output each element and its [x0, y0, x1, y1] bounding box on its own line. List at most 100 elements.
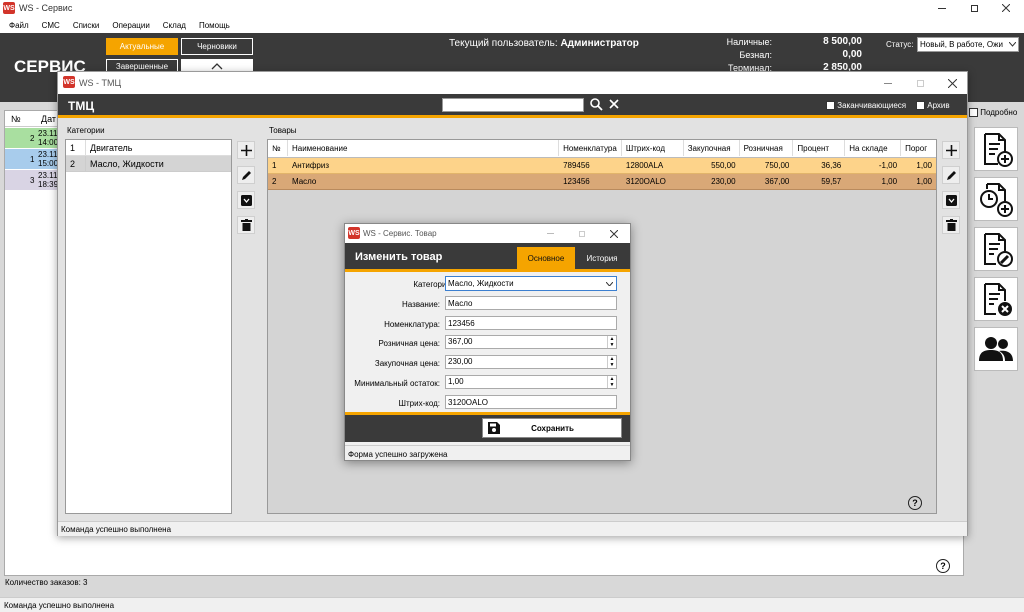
detailed-label: Подробно [980, 108, 1018, 117]
order-num: 1 [30, 155, 35, 164]
delete-order-button[interactable] [974, 277, 1018, 321]
orders-count: Количество заказов: 3 [5, 578, 88, 587]
tmc-minimize-button[interactable] [878, 75, 898, 91]
save-button[interactable]: Сохранить [482, 418, 622, 438]
nomenclature-label: Номенклатура: [384, 320, 440, 329]
menu-warehouse[interactable]: Склад [163, 21, 186, 30]
min-stock-spinbox[interactable]: 1,00 ▲ ▼ [445, 375, 617, 389]
tmc-header-title: ТМЦ [68, 99, 95, 113]
order-date: 23.11 18:39 [38, 171, 59, 189]
name-input[interactable] [445, 296, 617, 310]
detailed-checkbox[interactable] [969, 108, 978, 118]
clear-icon[interactable] [609, 99, 619, 109]
archive-checkbox[interactable] [916, 101, 925, 111]
add-product-button[interactable] [942, 141, 960, 159]
spin-arrows[interactable]: ▲ ▼ [607, 356, 616, 368]
category-row[interactable]: 1 Двигатель [66, 140, 231, 156]
category-select[interactable]: Масло, Жидкости [445, 276, 617, 291]
category-num: 1 [66, 140, 86, 156]
save-icon [488, 422, 500, 434]
tmc-search-input[interactable] [442, 98, 584, 112]
noncash-value: 0,00 [842, 49, 862, 60]
col-header[interactable]: Закупочная [684, 140, 740, 156]
product-purchase: 230,00 [711, 177, 736, 186]
product-num: 2 [272, 177, 277, 186]
product-row[interactable]: 1 Антифриз 789456 12800ALA 550,00 750,00… [268, 158, 936, 174]
menu-lists[interactable]: Списки [73, 21, 100, 30]
tmc-maximize-button[interactable] [910, 75, 930, 91]
maximize-button[interactable] [962, 0, 986, 16]
minimize-button[interactable] [930, 0, 954, 16]
add-category-button[interactable] [237, 141, 255, 159]
search-icon[interactable] [590, 98, 603, 111]
menu-help[interactable]: Помощь [199, 21, 230, 30]
main-status-text: Команда успешно выполнена [4, 601, 115, 610]
close-icon [1002, 4, 1010, 12]
tab-actual[interactable]: Актуальные [106, 38, 178, 55]
menu-bar: Файл СМС Списки Операции Склад Помощь [0, 17, 1024, 33]
delete-category-button[interactable] [237, 216, 255, 234]
status-select[interactable]: Новый, В работе, Ожи [917, 37, 1019, 52]
orders-help-button[interactable]: ? [936, 559, 950, 573]
col-header[interactable]: На складе [845, 140, 902, 156]
scheduled-order-button[interactable] [974, 177, 1018, 221]
tab-history[interactable]: История [577, 247, 627, 269]
edit-order-button[interactable] [974, 227, 1018, 271]
col-header[interactable]: Наименование [288, 140, 560, 156]
archive-product-button[interactable] [942, 191, 960, 209]
order-row[interactable]: 2 23.11 14:00 [5, 128, 61, 148]
detailed-toggle[interactable]: Подробно [969, 108, 1018, 118]
spin-arrows[interactable]: ▲ ▼ [607, 336, 616, 348]
product-threshold: 1,00 [916, 161, 932, 170]
categories-label: Категории [67, 126, 105, 135]
product-barcode: 3120OALO [625, 177, 666, 186]
tab-drafts[interactable]: Черновики [181, 38, 253, 55]
dialog-minimize-button[interactable] [541, 226, 559, 241]
menu-operations[interactable]: Операции [112, 21, 149, 30]
chevron-down-icon [1009, 42, 1016, 47]
menu-sms[interactable]: СМС [42, 21, 60, 30]
dialog-header-title: Изменить товар [355, 251, 443, 263]
category-num: 2 [66, 156, 86, 172]
product-name: Масло [291, 177, 317, 186]
dialog-titlebar: WS WS - Сервис. Товар [345, 224, 630, 243]
clients-button[interactable] [974, 327, 1018, 371]
order-num: 3 [30, 176, 35, 185]
delete-product-button[interactable] [942, 216, 960, 234]
product-threshold: 1,00 [916, 177, 932, 186]
archive-category-button[interactable] [237, 191, 255, 209]
tmc-titlebar: WS WS - ТМЦ [58, 72, 967, 94]
col-header[interactable]: Штрих-код [622, 140, 684, 156]
menu-file[interactable]: Файл [9, 21, 29, 30]
col-header[interactable]: Розничная [740, 140, 794, 156]
expiring-label: Заканчивающиеся [837, 101, 907, 110]
retail-price-spinbox[interactable]: 367,00 ▲ ▼ [445, 335, 617, 349]
expiring-filter[interactable]: Заканчивающиеся [826, 101, 907, 111]
col-header[interactable]: Номенклатура [559, 140, 622, 156]
tmc-close-button[interactable] [942, 75, 962, 91]
product-row-selected[interactable]: 2 Масло 123456 3120OALO 230,00 367,00 59… [268, 174, 936, 190]
purchase-price-spinbox[interactable]: 230,00 ▲ ▼ [445, 355, 617, 369]
col-header[interactable]: Порог [901, 140, 936, 156]
dialog-close-button[interactable] [605, 226, 623, 241]
col-header[interactable]: № [268, 140, 288, 156]
new-order-icon [984, 133, 1013, 167]
close-button[interactable] [994, 0, 1018, 16]
spin-arrows[interactable]: ▲ ▼ [607, 376, 616, 388]
category-row-selected[interactable]: 2 Масло, Жидкости [66, 156, 231, 172]
edit-category-button[interactable] [237, 166, 255, 184]
tab-main[interactable]: Основное [517, 247, 575, 269]
tmc-help-button[interactable]: ? [908, 496, 922, 510]
archive-filter[interactable]: Архив [916, 101, 950, 111]
new-order-button[interactable] [974, 127, 1018, 171]
product-num: 1 [272, 161, 277, 170]
expiring-checkbox[interactable] [826, 101, 835, 111]
nomenclature-input[interactable] [445, 316, 617, 330]
barcode-input[interactable] [445, 395, 617, 409]
dialog-header: Изменить товар Основное История [345, 243, 630, 272]
order-row[interactable]: 3 23.11 18:39 [5, 170, 61, 190]
edit-product-button[interactable] [942, 166, 960, 184]
dialog-maximize-button[interactable] [573, 226, 591, 241]
col-header[interactable]: Процент [793, 140, 846, 156]
order-row[interactable]: 1 23.11 15:00 [5, 149, 61, 169]
